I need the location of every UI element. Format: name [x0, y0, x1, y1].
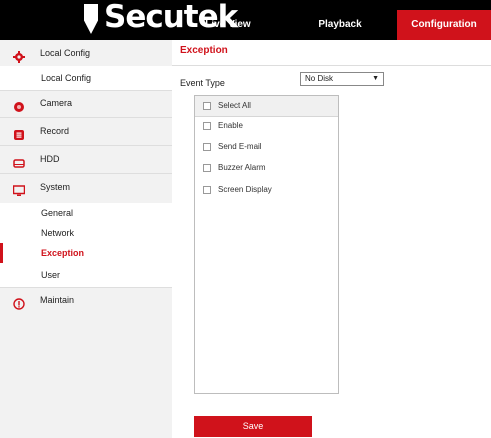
sidebar-item-user[interactable]: User	[0, 263, 172, 287]
sidebar-item-label: General	[41, 208, 74, 218]
sidebar-group-label: HDD	[40, 154, 60, 164]
record-icon	[13, 125, 25, 140]
checkbox[interactable]	[203, 102, 211, 110]
option-label: Select All	[218, 101, 251, 110]
monitor-icon	[12, 181, 26, 196]
title-divider	[172, 65, 491, 66]
tab-live-view[interactable]: Live View	[172, 10, 284, 40]
sidebar-group-label: Record	[40, 126, 70, 136]
sidebar: Local Config Local Config Camera Record	[0, 40, 172, 438]
gear-icon	[13, 47, 25, 63]
sidebar-group-label: System	[40, 182, 71, 192]
sidebar-item-exception[interactable]: Exception	[0, 243, 172, 263]
sidebar-item-label: Exception	[41, 248, 85, 258]
sidebar-group-record[interactable]: Record	[0, 118, 172, 144]
event-type-select[interactable]: No Disk ▼	[300, 72, 384, 86]
sidebar-group-hdd[interactable]: HDD	[0, 146, 172, 172]
sidebar-group-system[interactable]: System	[0, 174, 172, 200]
sidebar-group-label: Maintain	[40, 295, 75, 305]
event-type-value: No Disk	[305, 74, 334, 83]
camera-icon	[13, 97, 25, 112]
sidebar-item-label: User	[41, 270, 61, 280]
sidebar-group-label: Camera	[40, 98, 73, 108]
checkbox[interactable]	[203, 186, 211, 194]
option-label: Enable	[218, 121, 243, 130]
sidebar-group-camera[interactable]: Camera	[0, 90, 172, 116]
page-title: Exception	[180, 45, 228, 56]
enable-checkbox-row[interactable]: Enable	[195, 116, 338, 136]
checkbox[interactable]	[203, 143, 211, 151]
buzzer-alarm-checkbox-row[interactable]: Buzzer Alarm	[195, 158, 338, 178]
sidebar-group-local-config[interactable]: Local Config	[0, 40, 172, 66]
logo: Secutek	[0, 0, 238, 40]
sidebar-item-label: Network	[41, 228, 75, 238]
checkbox[interactable]	[203, 122, 211, 130]
top-bar: Secutek Live View Playback Configuration	[0, 0, 491, 40]
logo-shield-icon	[84, 4, 98, 34]
sidebar-item-general[interactable]: General	[0, 203, 172, 223]
sidebar-item-network[interactable]: Network	[0, 223, 172, 243]
screen-display-checkbox-row[interactable]: Screen Display	[195, 180, 338, 200]
select-all-checkbox-row[interactable]: Select All	[195, 96, 338, 116]
option-label: Send E-mail	[218, 142, 262, 151]
sidebar-group-label: Local Config	[40, 48, 91, 58]
option-label: Buzzer Alarm	[218, 163, 266, 172]
info-icon	[13, 294, 25, 310]
save-button[interactable]: Save	[194, 416, 312, 437]
dropdown-arrow-icon: ▼	[372, 75, 379, 82]
tab-configuration[interactable]: Configuration	[397, 10, 491, 40]
send-email-checkbox-row[interactable]: Send E-mail	[195, 137, 338, 157]
hdd-icon	[13, 153, 25, 168]
checkbox[interactable]	[203, 164, 211, 172]
event-type-label: Event Type	[180, 78, 225, 88]
sidebar-item-label: Local Config	[41, 73, 92, 83]
option-label: Screen Display	[218, 185, 272, 194]
options-panel: Select All Enable Send E-mail Buzzer Ala…	[194, 95, 339, 394]
sidebar-item-local-config[interactable]: Local Config	[0, 66, 172, 90]
tab-playback[interactable]: Playback	[284, 10, 396, 40]
sidebar-group-maintain[interactable]: Maintain	[0, 287, 172, 313]
